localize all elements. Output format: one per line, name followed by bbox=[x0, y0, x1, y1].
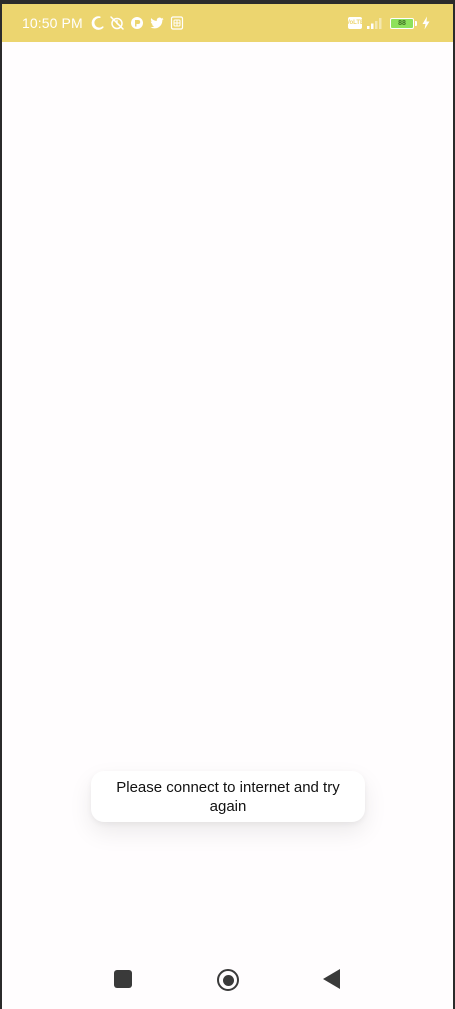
back-button[interactable] bbox=[318, 966, 344, 992]
battery-icon: 88 bbox=[390, 17, 417, 29]
toast-text: Please connect to internet and try again bbox=[116, 778, 340, 815]
home-button[interactable] bbox=[214, 966, 242, 994]
twitter-icon bbox=[149, 15, 165, 31]
toast-message: Please connect to internet and try again bbox=[91, 771, 365, 822]
battery-level: 88 bbox=[398, 19, 406, 27]
status-time: 10:50 PM bbox=[22, 15, 83, 31]
signal-icon bbox=[366, 15, 386, 31]
app-icon bbox=[129, 15, 145, 31]
sim-card-icon bbox=[169, 15, 185, 31]
moon-icon bbox=[89, 15, 105, 31]
volte-icon: VoLTE bbox=[346, 17, 364, 29]
navigation-bar bbox=[2, 960, 453, 1009]
status-bar: 10:50 PM VoLTE 88 bbox=[2, 4, 453, 42]
square-icon bbox=[114, 970, 132, 988]
status-right: VoLTE 88 bbox=[346, 15, 434, 31]
no-alarm-icon bbox=[109, 15, 125, 31]
recents-button[interactable] bbox=[110, 966, 136, 992]
device-screen: 10:50 PM VoLTE 88 Please connect to inte… bbox=[2, 4, 453, 1009]
status-left: 10:50 PM bbox=[22, 15, 185, 31]
charging-icon bbox=[418, 15, 434, 31]
home-dot bbox=[222, 974, 234, 986]
back-arrow-icon bbox=[322, 969, 340, 989]
home-icon bbox=[217, 969, 239, 991]
